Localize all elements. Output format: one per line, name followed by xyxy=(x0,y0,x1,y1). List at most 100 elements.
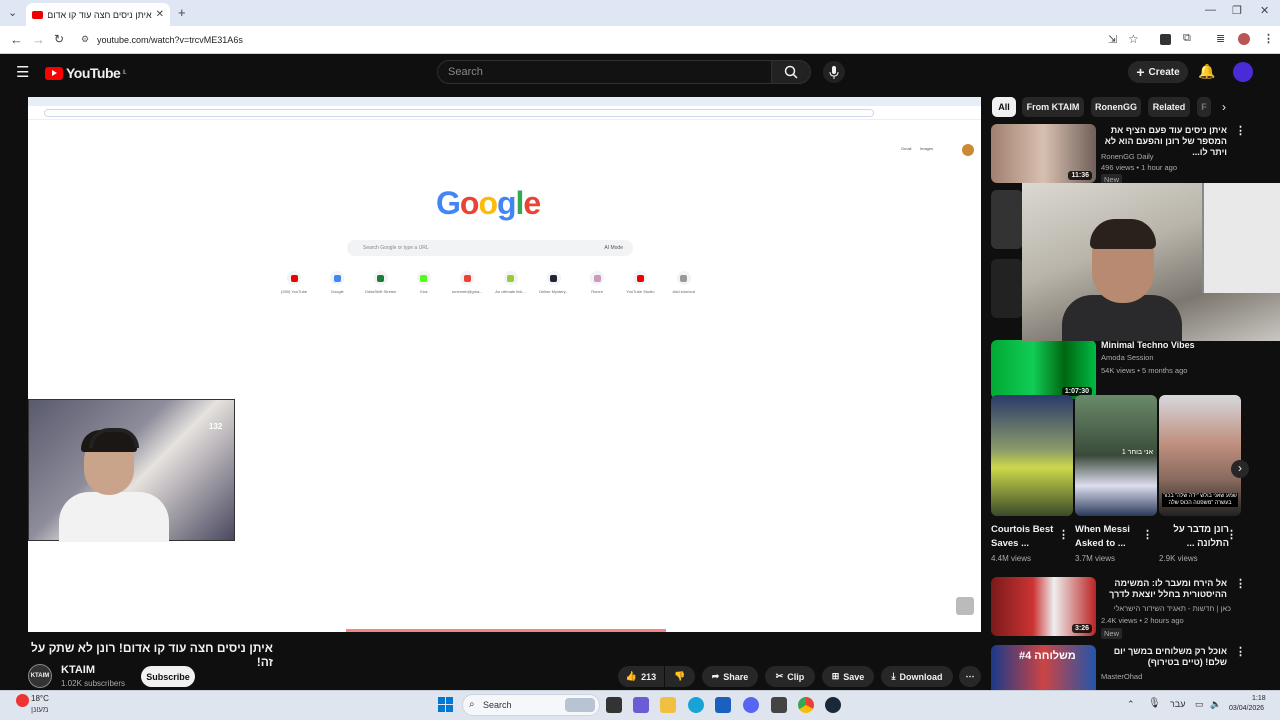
video-progress-bar[interactable] xyxy=(346,629,666,632)
notifications-bell-icon[interactable]: 🔔 xyxy=(1198,63,1215,80)
volume-icon[interactable]: 🔈 xyxy=(1210,699,1221,710)
channel-name[interactable]: KTAIM xyxy=(61,664,95,676)
windows-start-icon[interactable] xyxy=(438,697,453,712)
chips-next-icon[interactable]: › xyxy=(1222,100,1226,114)
video-player[interactable]: Gmail Images Google Search Google or typ… xyxy=(28,97,981,632)
store-icon[interactable] xyxy=(715,697,731,713)
rec-menu-icon[interactable]: ⋮ xyxy=(1235,645,1246,658)
close-tab-icon[interactable]: ✕ xyxy=(156,9,164,20)
forward-icon[interactable]: → xyxy=(32,32,45,47)
save-button[interactable]: ⊞ Save xyxy=(822,666,874,687)
rec-thumbnail[interactable] xyxy=(991,259,1023,318)
tab-title: איתן ניסים חצה עוד קו אדום! רו xyxy=(48,9,152,20)
inner-shortcut: An ultimate link... xyxy=(495,271,527,294)
weather-alert-icon[interactable] xyxy=(16,694,29,707)
address-bar[interactable]: ⚙ youtube.com/watch?v=trcvME31A6s xyxy=(75,30,1145,50)
short-thumbnail[interactable] xyxy=(991,395,1073,516)
chrome-taskbar-icon[interactable] xyxy=(798,697,814,713)
video-duration: 11:36 xyxy=(1068,171,1092,180)
rec-title[interactable]: אל הירח ומעבר לו: המשימה ההיסטורית בחלל … xyxy=(1097,578,1227,600)
close-window-icon[interactable]: ✕ xyxy=(1260,4,1269,17)
short-title[interactable]: Courtois Best Saves ... xyxy=(991,523,1061,551)
search-button[interactable] xyxy=(771,60,811,84)
short-thumbnail[interactable]: שמע שאני בולש "ידה שלה" בכור בעשרה "משפט… xyxy=(1159,395,1241,516)
hamburger-menu-icon[interactable]: ☰ xyxy=(16,63,29,81)
rec-menu-icon[interactable]: ⋮ xyxy=(1235,124,1246,137)
chip-more[interactable]: F xyxy=(1197,97,1211,117)
microphone-tray-icon[interactable]: 🎙 xyxy=(1148,698,1161,709)
short-thumbnail[interactable]: אני בוחר 1 xyxy=(1075,395,1157,516)
chip-all[interactable]: All xyxy=(992,97,1016,117)
chrome-menu-icon[interactable]: ⋮ xyxy=(1263,32,1274,45)
rec-thumbnail[interactable] xyxy=(991,190,1023,249)
back-icon[interactable]: ← xyxy=(10,32,23,47)
rec-channel[interactable]: Amoda Session xyxy=(1101,352,1154,363)
overlay-hair xyxy=(1090,219,1156,249)
rec-thumbnail[interactable]: 3:26 xyxy=(991,577,1096,636)
inner-ai-mode: AI Mode xyxy=(604,245,623,251)
short-title[interactable]: When Messi Asked to ... xyxy=(1075,523,1145,551)
rec-thumbnail[interactable]: 11:36 xyxy=(991,124,1096,183)
rec-title[interactable]: Minimal Techno Vibes xyxy=(1101,340,1231,351)
reload-icon[interactable]: ↻ xyxy=(54,32,64,46)
install-icon[interactable]: ⇲ xyxy=(1108,33,1117,46)
rec-menu-icon[interactable]: ⋮ xyxy=(1235,577,1246,590)
youtube-logo[interactable]: YouTube IL xyxy=(45,65,127,81)
extensions-puzzle-icon[interactable]: ⧉ xyxy=(1183,32,1191,45)
weather-temperature[interactable]: 18°C xyxy=(31,694,49,703)
clip-button[interactable]: ✂ Clip xyxy=(765,666,815,687)
bookmark-star-icon[interactable]: ☆ xyxy=(1128,32,1139,46)
subscribe-button[interactable]: Subscribe xyxy=(141,666,195,687)
browser-tab-active[interactable]: איתן ניסים חצה עוד קו אדום! רו ✕ xyxy=(26,3,170,26)
task-view-icon[interactable] xyxy=(606,697,622,713)
short-menu-icon[interactable]: ⋮ xyxy=(1058,528,1069,541)
rec-channel[interactable]: MasterOhad xyxy=(1101,671,1142,682)
dislike-button[interactable]: 👎 xyxy=(665,666,695,687)
channel-avatar[interactable]: KTAIM xyxy=(28,664,52,688)
edge-icon[interactable] xyxy=(688,697,704,713)
search-input[interactable]: Search xyxy=(437,60,772,84)
media-controls-icon[interactable]: ≣ xyxy=(1216,32,1225,45)
steam-icon[interactable] xyxy=(825,697,841,713)
create-button[interactable]: + Create xyxy=(1128,61,1188,83)
browser-tab-strip: ⌄ איתן ניסים חצה עוד קו אדום! רו ✕ + — ❐… xyxy=(0,0,1280,26)
chip-ronengg[interactable]: RonenGG xyxy=(1091,97,1141,117)
rec-channel[interactable]: כאן | חדשות - תאגיד השידור הישראלי xyxy=(1101,603,1231,614)
minimize-icon[interactable]: — xyxy=(1205,4,1216,16)
google-logo-letter: o xyxy=(478,185,498,221)
file-explorer-icon[interactable] xyxy=(660,697,676,713)
maximize-icon[interactable]: ❐ xyxy=(1232,4,1242,17)
rec-channel[interactable]: RonenGG Daily xyxy=(1101,151,1154,162)
discord-icon[interactable] xyxy=(743,697,759,713)
more-actions-button[interactable]: ⋯ xyxy=(959,666,981,687)
rec-thumbnail[interactable]: משלוחה #4 xyxy=(991,645,1096,690)
taskbar-search[interactable]: ⌕ Search xyxy=(462,694,600,716)
account-avatar[interactable] xyxy=(1233,62,1253,82)
chip-related[interactable]: Related xyxy=(1148,97,1190,117)
shorts-next-icon[interactable]: › xyxy=(1231,460,1249,478)
rec-thumbnail[interactable]: 1:07:30 xyxy=(991,340,1096,399)
voice-search-button[interactable] xyxy=(823,61,845,83)
streamer-overlay-cam xyxy=(1022,183,1280,341)
short-menu-icon[interactable]: ⋮ xyxy=(1226,528,1237,541)
short-menu-icon[interactable]: ⋮ xyxy=(1142,528,1153,541)
tray-overflow-icon[interactable]: ⌃ xyxy=(1127,699,1135,710)
site-info-icon[interactable]: ⚙ xyxy=(81,34,89,45)
network-icon[interactable]: ▭ xyxy=(1195,699,1204,710)
rec-title[interactable]: אוכל רק משלוחים במשך יום שלם! (טיים בטיר… xyxy=(1097,646,1227,668)
tab-search-icon[interactable]: ⌄ xyxy=(8,6,17,19)
download-button[interactable]: ⤓ Download xyxy=(881,666,953,687)
clock-time[interactable]: 1:18 xyxy=(1252,695,1266,702)
share-button[interactable]: ➦ Share xyxy=(702,666,758,687)
extension-icon[interactable] xyxy=(1160,34,1171,45)
new-tab-icon[interactable]: + xyxy=(178,5,186,20)
like-button[interactable]: 👍 213 xyxy=(618,666,664,687)
app-icon[interactable] xyxy=(771,697,787,713)
clock-date[interactable]: 03/04/2026 xyxy=(1229,705,1264,712)
short-title[interactable]: רונן מדבר על התלונה ... xyxy=(1159,523,1229,551)
chip-from-ktaim[interactable]: From KTAIM xyxy=(1022,97,1084,117)
language-indicator[interactable]: עבר xyxy=(1170,699,1185,709)
teams-icon[interactable] xyxy=(633,697,649,713)
google-logo-letter: g xyxy=(496,185,517,221)
profile-avatar[interactable] xyxy=(1238,33,1250,45)
